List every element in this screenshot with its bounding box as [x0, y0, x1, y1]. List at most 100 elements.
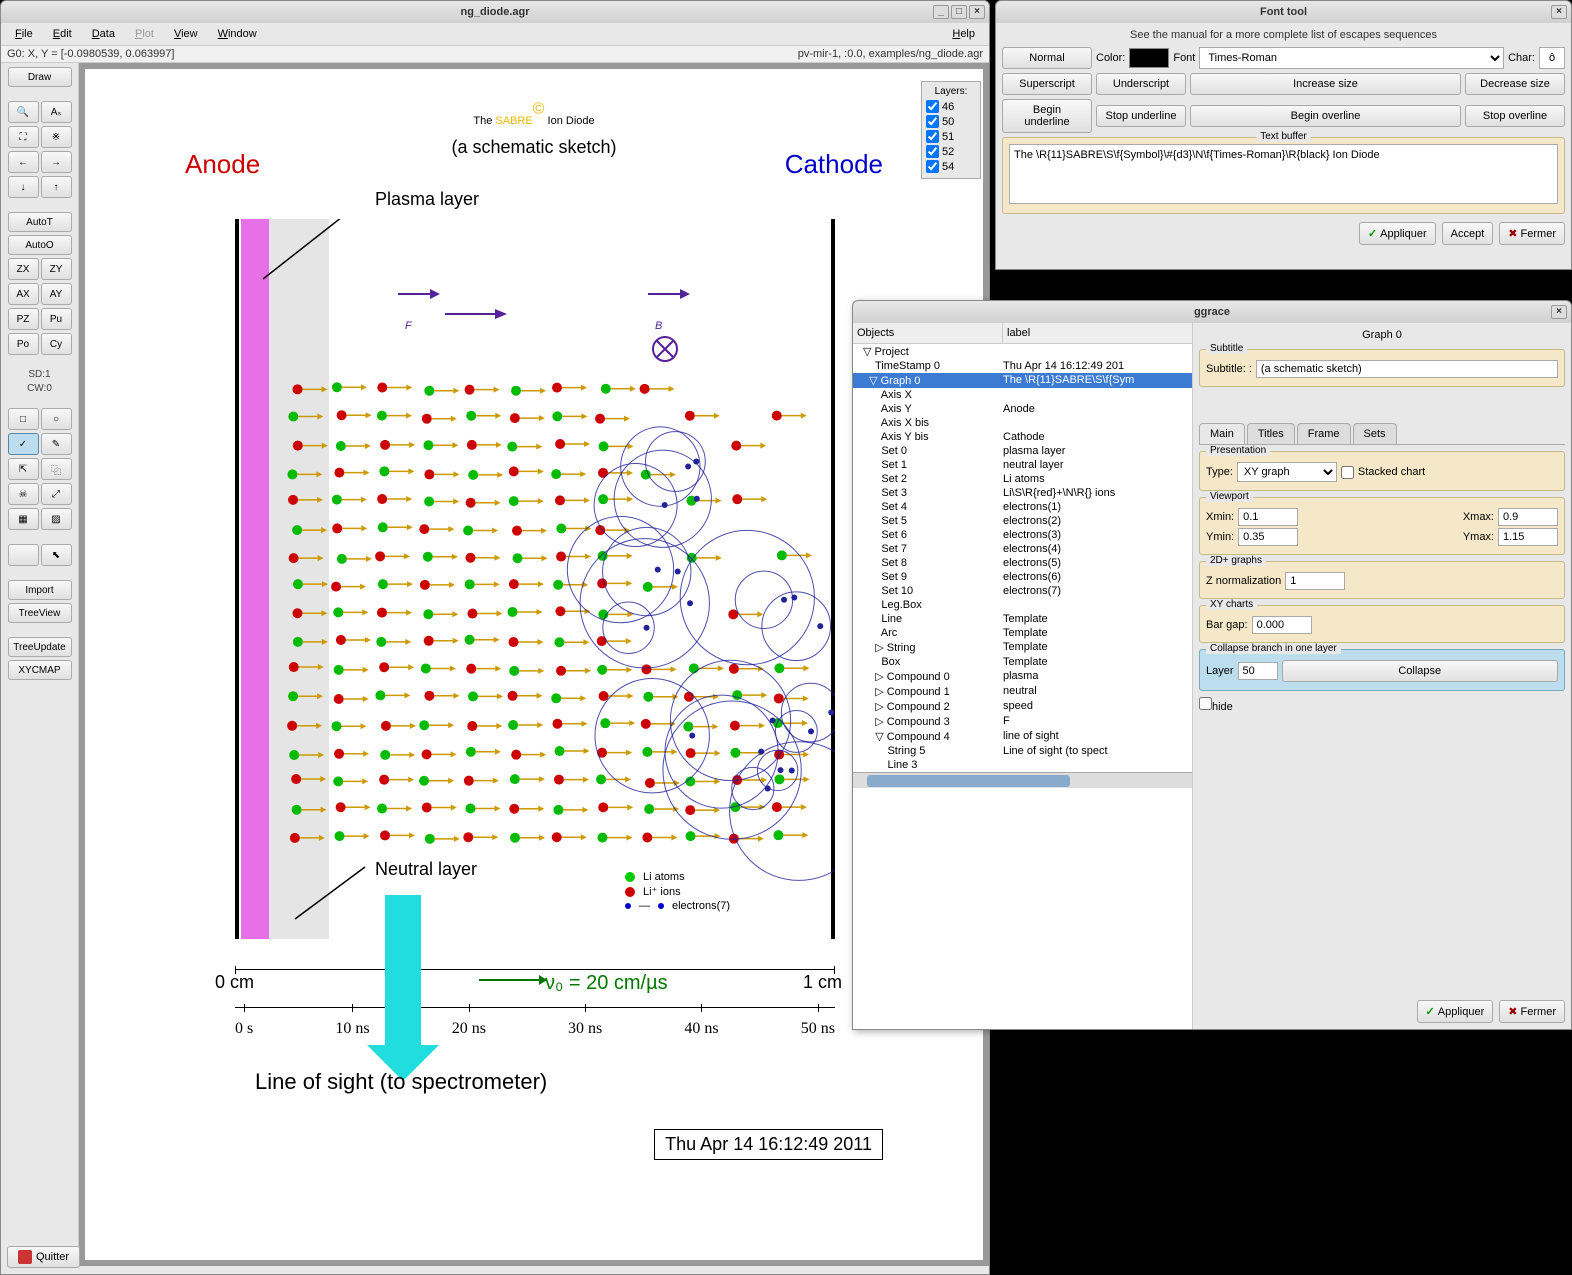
- menu-view[interactable]: View: [164, 25, 208, 43]
- tree-row[interactable]: Set 8electrons(5): [853, 556, 1192, 570]
- zoom-icon[interactable]: 🔍: [8, 101, 39, 123]
- tree-row[interactable]: TimeStamp 0Thu Apr 14 16:12:49 201: [853, 359, 1192, 373]
- tree-row[interactable]: ▷ Compound 3F: [853, 714, 1192, 729]
- begin-underline-button[interactable]: Begin underline: [1002, 99, 1092, 133]
- menu-edit[interactable]: Edit: [43, 25, 82, 43]
- tree-row[interactable]: Set 3Li\S\R{red}+\N\R{} ions: [853, 486, 1192, 500]
- tree-row[interactable]: BoxTemplate: [853, 655, 1192, 669]
- down-arrow-icon[interactable]: ↓: [8, 176, 39, 198]
- tree-row[interactable]: ▷ Compound 2speed: [853, 699, 1192, 714]
- copy-icon[interactable]: ⿻: [41, 458, 72, 480]
- quitter-button[interactable]: Quitter: [7, 1246, 80, 1268]
- ggrace-apply-button[interactable]: Appliquer: [1417, 1000, 1494, 1023]
- layer-checkbox-51[interactable]: 51: [926, 129, 976, 144]
- tree-row[interactable]: ▷ Compound 1neutral: [853, 684, 1192, 699]
- check-icon[interactable]: ✓: [8, 433, 39, 455]
- tree-row[interactable]: Axis Y bisCathode: [853, 430, 1192, 444]
- menu-data[interactable]: Data: [82, 25, 125, 43]
- tree-row[interactable]: Line 3: [853, 758, 1192, 772]
- font-close-button[interactable]: Fermer: [1499, 222, 1565, 245]
- tree-row[interactable]: Axis X bis: [853, 416, 1192, 430]
- treeupdate-button[interactable]: TreeUpdate: [8, 637, 72, 657]
- tab-main[interactable]: Main: [1199, 423, 1245, 444]
- ymin-input[interactable]: [1238, 528, 1298, 546]
- stacked-checkbox[interactable]: [1341, 466, 1354, 479]
- tree-row[interactable]: Set 5electrons(2): [853, 514, 1192, 528]
- tree-row[interactable]: ▷ Compound 0plasma: [853, 669, 1192, 684]
- superscript-button[interactable]: Superscript: [1002, 73, 1092, 95]
- menu-file[interactable]: File: [5, 25, 43, 43]
- canvas[interactable]: The SABRE© Ion Diode (a schematic sketch…: [85, 69, 983, 1260]
- close-button[interactable]: ×: [969, 5, 985, 19]
- autot-button[interactable]: AutoT: [8, 212, 72, 232]
- xmin-input[interactable]: [1238, 508, 1298, 526]
- po-button[interactable]: Po: [8, 333, 39, 355]
- stop-underline-button[interactable]: Stop underline: [1096, 105, 1186, 127]
- zx-button[interactable]: ZX: [8, 258, 39, 280]
- expand-icon[interactable]: ⛶: [8, 126, 39, 148]
- pointer-icon[interactable]: ⬉: [41, 544, 72, 566]
- layer-input[interactable]: [1238, 662, 1278, 680]
- delete-icon[interactable]: ☠: [8, 483, 39, 505]
- tree-rows[interactable]: ▽ Project TimeStamp 0Thu Apr 14 16:12:49…: [853, 344, 1192, 772]
- pz-button[interactable]: PZ: [8, 308, 39, 330]
- tree-row[interactable]: Set 7electrons(4): [853, 542, 1192, 556]
- tree-row[interactable]: Set 10electrons(7): [853, 584, 1192, 598]
- ggrace-close-button[interactable]: Fermer: [1499, 1000, 1565, 1023]
- cy-button[interactable]: Cy: [41, 333, 72, 355]
- underscript-button[interactable]: Underscript: [1096, 73, 1186, 95]
- tree-row[interactable]: ArcTemplate: [853, 626, 1192, 640]
- zy-button[interactable]: ZY: [41, 258, 72, 280]
- empty-icon[interactable]: [8, 544, 39, 566]
- tree-row[interactable]: Set 4electrons(1): [853, 500, 1192, 514]
- circle-icon[interactable]: ○: [41, 408, 72, 430]
- type-select[interactable]: XY graph: [1237, 462, 1337, 482]
- collapse-button[interactable]: Collapse: [1282, 660, 1558, 682]
- ymax-input[interactable]: [1498, 528, 1558, 546]
- move-icon[interactable]: ⇱: [8, 458, 39, 480]
- stop-icon[interactable]: □: [8, 408, 39, 430]
- minimize-button[interactable]: _: [933, 5, 949, 19]
- tree-hscroll[interactable]: [853, 772, 1192, 788]
- tree-row[interactable]: Set 2Li atoms: [853, 472, 1192, 486]
- layer2-icon[interactable]: ▨: [41, 508, 72, 530]
- ax-button[interactable]: AX: [8, 283, 39, 305]
- decrease-size-button[interactable]: Decrease size: [1465, 73, 1565, 95]
- layer-checkbox-52[interactable]: 52: [926, 144, 976, 159]
- increase-size-button[interactable]: Increase size: [1190, 73, 1461, 95]
- tree-row[interactable]: Set 1neutral layer: [853, 458, 1192, 472]
- tree-row[interactable]: ▷ StringTemplate: [853, 640, 1192, 655]
- tree-row[interactable]: Leg.Box: [853, 598, 1192, 612]
- layer1-icon[interactable]: ▦: [8, 508, 39, 530]
- tree-row[interactable]: Axis X: [853, 388, 1192, 402]
- left-arrow-icon[interactable]: ←: [8, 151, 39, 173]
- tab-frame[interactable]: Frame: [1297, 423, 1351, 444]
- tree-row[interactable]: ▽ Compound 4line of sight: [853, 729, 1192, 744]
- xycmap-button[interactable]: XYCMAP: [8, 660, 72, 680]
- font-select[interactable]: Times-Roman: [1199, 47, 1504, 69]
- tree-row[interactable]: LineTemplate: [853, 612, 1192, 626]
- xmax-input[interactable]: [1498, 508, 1558, 526]
- grid-icon[interactable]: ※: [41, 126, 72, 148]
- tree-row[interactable]: Set 0plasma layer: [853, 444, 1192, 458]
- tree-row[interactable]: ▽ Graph 0The \R{11}SABRE\S\f{Sym: [853, 373, 1192, 388]
- menu-window[interactable]: Window: [208, 25, 267, 43]
- layer-checkbox-50[interactable]: 50: [926, 114, 976, 129]
- tree-row[interactable]: Axis YAnode: [853, 402, 1192, 416]
- tree-row[interactable]: Set 9electrons(6): [853, 570, 1192, 584]
- autoo-button[interactable]: AutoO: [8, 235, 72, 255]
- scale-icon[interactable]: ⤢: [41, 483, 72, 505]
- ggrace-close-icon[interactable]: ×: [1551, 305, 1567, 319]
- draw-button[interactable]: Draw: [8, 67, 72, 87]
- begin-overline-button[interactable]: Begin overline: [1190, 105, 1461, 127]
- hide-checkbox[interactable]: [1199, 697, 1212, 710]
- subtitle-input[interactable]: [1256, 360, 1558, 378]
- pu-button[interactable]: Pu: [41, 308, 72, 330]
- font-apply-button[interactable]: Appliquer: [1359, 222, 1436, 245]
- tree-row[interactable]: Set 6electrons(3): [853, 528, 1192, 542]
- font-close-icon[interactable]: ×: [1551, 5, 1567, 19]
- tree-row[interactable]: ▽ Project: [853, 344, 1192, 359]
- right-arrow-icon[interactable]: →: [41, 151, 72, 173]
- znorm-input[interactable]: [1285, 572, 1345, 590]
- layer-checkbox-46[interactable]: 46: [926, 99, 976, 114]
